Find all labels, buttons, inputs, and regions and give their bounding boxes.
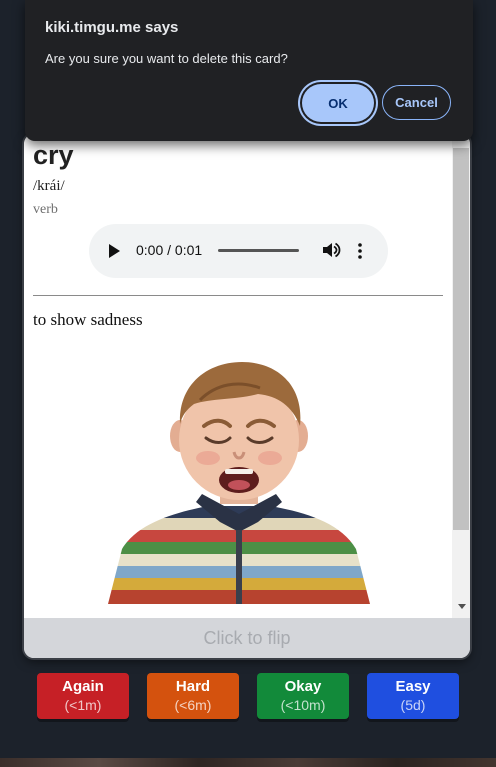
audio-time: 0:00 / 0:01 [136, 242, 203, 258]
rating-again-button[interactable]: Again (<1m) [37, 673, 129, 719]
part-of-speech: verb [33, 202, 58, 217]
more-options-icon[interactable] [357, 242, 363, 260]
rating-interval: (<1m) [64, 697, 102, 713]
rating-hard-button[interactable]: Hard (<6m) [147, 673, 239, 719]
audio-player[interactable]: 0:00 / 0:01 [89, 224, 388, 278]
rating-label: Hard [175, 678, 211, 695]
phonetic-text: /krái/ [33, 178, 65, 194]
flip-card-button[interactable]: Click to flip [24, 618, 470, 658]
background-strip [0, 758, 496, 767]
confirm-dialog: kiki.timgu.me says Are you sure you want… [25, 0, 473, 141]
rating-label: Okay [284, 678, 322, 695]
rating-interval: (<6m) [174, 697, 212, 713]
card-word: cry [33, 140, 74, 170]
card-content: cry /krái/ verb 0:00 / 0:01 to show sadn… [24, 134, 452, 618]
rating-okay-button[interactable]: Okay (<10m) [257, 673, 349, 719]
volume-icon[interactable] [321, 240, 341, 260]
definition-text: to show sadness [33, 310, 143, 329]
divider [33, 295, 443, 296]
dialog-message: Are you sure you want to delete this car… [45, 51, 288, 66]
dialog-title: kiki.timgu.me says [45, 19, 179, 36]
rating-label: Easy [395, 678, 431, 695]
cancel-button[interactable]: Cancel [382, 85, 451, 120]
rating-easy-button[interactable]: Easy (5d) [367, 673, 459, 719]
scrollbar-thumb[interactable] [453, 148, 469, 530]
flashcard: cry /krái/ verb 0:00 / 0:01 to show sadn… [24, 134, 470, 658]
audio-progress-bar[interactable] [218, 249, 299, 252]
rating-label: Again [62, 678, 104, 695]
rating-interval: (<10m) [280, 697, 326, 713]
scroll-down-arrow-icon[interactable] [458, 604, 466, 609]
rating-interval: (5d) [400, 697, 426, 713]
play-icon[interactable] [109, 244, 120, 258]
crying-child-illustration [108, 362, 370, 604]
ok-button[interactable]: OK [302, 84, 374, 122]
